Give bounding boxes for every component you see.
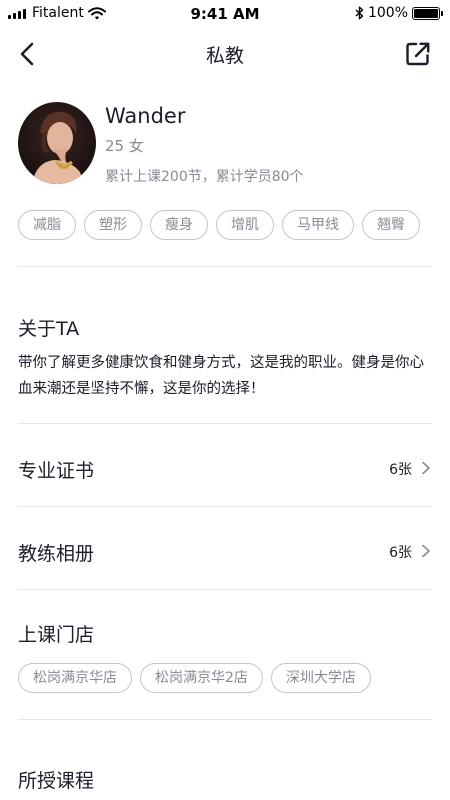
store-tag[interactable]: 松岗满京华店: [18, 663, 132, 693]
divider: [18, 719, 432, 720]
navigation-bar: 私教: [0, 28, 450, 80]
stores-title: 上课门店: [18, 624, 95, 646]
coach-profile: Wander 25 女 累计上课200节，累计学员80个: [18, 102, 432, 186]
skill-tag[interactable]: 翘臀: [362, 210, 420, 240]
certificates-row[interactable]: 专业证书 6张: [0, 442, 450, 492]
store-tags: 松岗满京华店 松岗满京华2店 深圳大学店: [18, 663, 371, 693]
skill-tag[interactable]: 减脂: [18, 210, 76, 240]
about-text: 带你了解更多健康饮食和健身方式，这是我的职业。健身是你心血来潮还是坚持不懈，这是…: [18, 355, 424, 397]
bluetooth-icon: [355, 6, 364, 20]
divider: [18, 506, 432, 507]
skill-tags: 减脂 塑形 瘦身 增肌 马甲线 翘臀: [18, 210, 420, 240]
skill-tag[interactable]: 马甲线: [282, 210, 354, 240]
album-label: 教练相册: [18, 543, 95, 565]
skill-tag[interactable]: 塑形: [84, 210, 142, 240]
coach-stats: 累计上课200节，累计学员80个: [105, 169, 304, 185]
avatar[interactable]: [18, 102, 96, 184]
status-bar: Fitalent 9:41 AM 100%: [0, 0, 450, 28]
store-tag[interactable]: 深圳大学店: [270, 663, 371, 693]
courses-title: 所授课程: [18, 770, 95, 792]
share-icon[interactable]: [404, 40, 432, 68]
chevron-right-icon: [422, 544, 430, 558]
about-title: 关于TA: [18, 318, 80, 340]
divider: [18, 423, 432, 424]
album-count: 6张: [389, 545, 412, 561]
battery-percent: 100%: [367, 5, 408, 21]
battery-fill: [414, 8, 438, 18]
certificates-label: 专业证书: [18, 460, 95, 482]
divider: [18, 589, 432, 590]
coach-age-gender: 25 女: [105, 137, 144, 155]
page-title: 私教: [205, 45, 244, 67]
avatar-photo: [18, 102, 96, 184]
skill-tag[interactable]: 瘦身: [150, 210, 208, 240]
certificates-count: 6张: [389, 462, 412, 478]
coach-name: Wander: [105, 104, 186, 128]
battery-icon: [412, 6, 443, 20]
store-tag[interactable]: 松岗满京华2店: [140, 663, 263, 693]
divider: [18, 266, 432, 267]
album-row[interactable]: 教练相册 6张: [0, 525, 450, 575]
status-right: 100%: [355, 5, 443, 21]
chevron-right-icon: [422, 461, 430, 475]
skill-tag[interactable]: 增肌: [216, 210, 274, 240]
